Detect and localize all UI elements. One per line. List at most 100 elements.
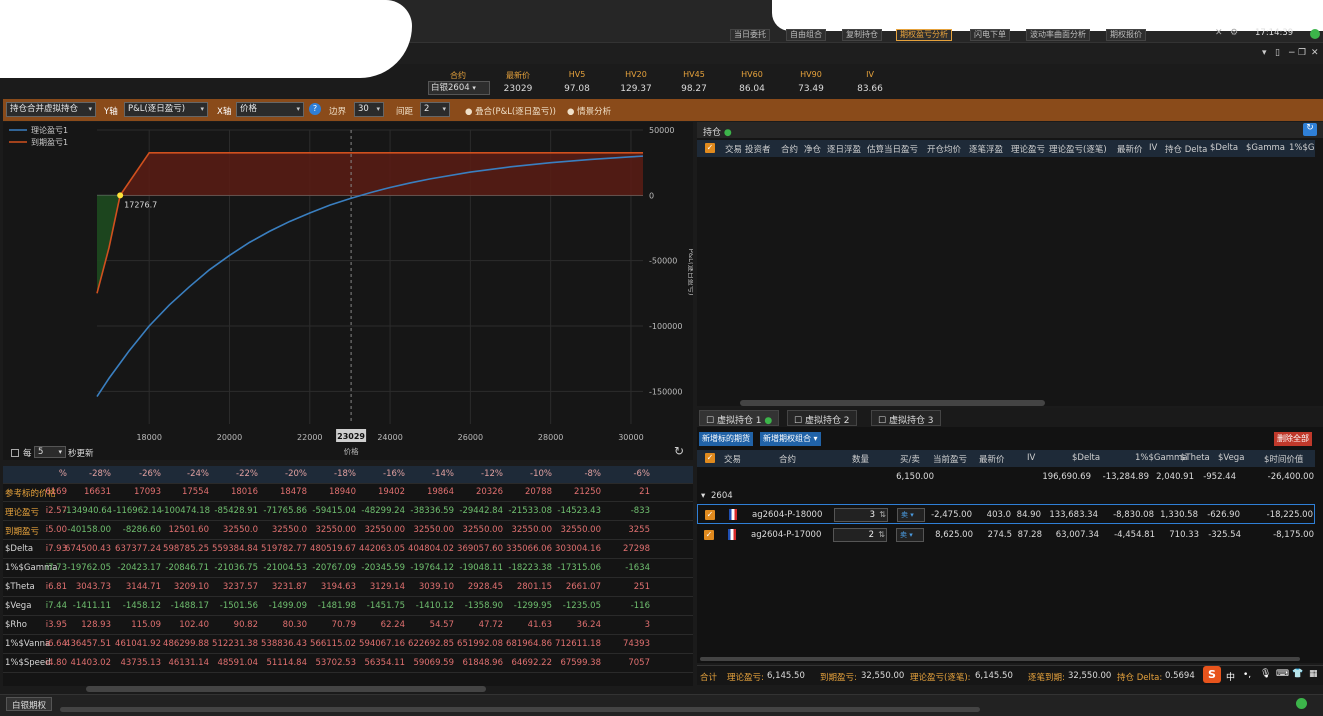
y-axis-select[interactable]: P&L(逐日盈亏) ▾ [124, 102, 208, 117]
keyboard-icon[interactable]: ⌨ [1276, 669, 1289, 679]
group-row[interactable]: ▾ 2604 [697, 486, 1315, 506]
step-select[interactable]: 2 ▾ [420, 102, 450, 117]
quantity-stepper[interactable]: 2 ⇅ [833, 528, 887, 542]
overlay-option[interactable]: ● 叠合(P&L(逐日盈亏)) [465, 105, 556, 117]
stepper-arrows-icon[interactable]: ⇅ [878, 529, 885, 541]
topbar-button-5[interactable]: 波动率曲面分析 [1026, 29, 1090, 41]
microphone-icon[interactable]: 🎙 [1260, 669, 1271, 679]
virtual-scrollbar[interactable] [700, 657, 1300, 661]
positions-column-6[interactable]: 开仓均价 [927, 143, 961, 155]
main-scrollbar[interactable] [60, 707, 980, 712]
virtual-column-2[interactable]: 数量 [852, 453, 869, 465]
auto-refresh-checkbox[interactable] [11, 449, 19, 457]
positions-column-4[interactable]: 逐日浮盈 [827, 143, 861, 155]
virtual-tab-2[interactable]: ☐ 虚拟持仓 2 [787, 410, 857, 426]
virtual-position-row[interactable]: ✓ ag2604-P-18000 3 ⇅ 卖 ▾ -2,475.00 403.0 84.90 1… [697, 504, 1315, 524]
edge-select[interactable]: 30 ▾ [354, 102, 384, 117]
topbar-button-0[interactable]: 当日委托 [730, 29, 770, 41]
virtual-column-11[interactable]: $时间价值 [1264, 453, 1303, 465]
virtual-column-9[interactable]: $Theta [1180, 453, 1210, 463]
positions-column-13[interactable]: $Delta [1210, 143, 1238, 153]
positions-column-10[interactable]: 最新价 [1117, 143, 1143, 155]
virtual-column-10[interactable]: $Vega [1218, 453, 1244, 463]
pin-icon[interactable]: ▯ [1275, 48, 1280, 58]
contract-select[interactable]: 白银2604 ▾ [428, 81, 490, 95]
positions-column-3[interactable]: 净仓 [804, 143, 821, 155]
tab-positions[interactable]: 持仓 ● [703, 125, 732, 138]
topbar-button-6[interactable]: 期权报价 [1106, 29, 1146, 41]
dropdown-icon[interactable]: ▾ [1262, 48, 1267, 58]
positions-column-15[interactable]: 1%$G [1289, 143, 1314, 153]
positions-column-8[interactable]: 理论盈亏 [1011, 143, 1045, 155]
positions-column-0[interactable]: 交易 [725, 143, 742, 155]
scenario-cell: -1634 [625, 563, 650, 573]
mode-select[interactable]: 持仓合并虚拟持仓 ▾ [6, 102, 96, 117]
total-label: 合计 [700, 673, 718, 683]
minimize-icon[interactable]: − [1288, 48, 1296, 58]
buy-sell-select[interactable]: 卖 ▾ [896, 528, 924, 542]
virtual-column-3[interactable]: 买/卖 [900, 453, 920, 465]
virtual-tab-3[interactable]: ☐ 虚拟持仓 3 [871, 410, 941, 426]
help-icon[interactable]: ? [309, 103, 321, 115]
topbar-button-4[interactable]: 闪电下单 [970, 29, 1010, 41]
positions-column-5[interactable]: 估算当日盈亏 [867, 143, 918, 155]
virtual-column-1[interactable]: 合约 [779, 453, 796, 465]
positions-column-11[interactable]: IV [1149, 143, 1157, 153]
bottom-tab[interactable]: 白银期权 [6, 697, 53, 711]
virtual-column-6[interactable]: IV [1027, 453, 1035, 463]
topbar-button-2[interactable]: 复制持仓 [842, 29, 882, 41]
virtual-column-0[interactable]: 交易 [724, 453, 741, 465]
add-underlying-button[interactable]: 新增标的期货 [699, 432, 753, 446]
positions-scrollbar[interactable] [740, 400, 1045, 406]
ime-logo-icon[interactable]: S [1203, 666, 1221, 683]
y-tick-label: -150000 [649, 387, 682, 396]
x-axis-select[interactable]: 价格 ▾ [236, 102, 304, 117]
virtual-select-all-checkbox[interactable]: ✓ [705, 453, 715, 463]
summary-cell: 196,690.69 [1042, 472, 1091, 482]
positions-column-12[interactable]: 持仓 Delta [1165, 143, 1207, 155]
virtual-position-row[interactable]: ✓ ag2604-P-17000 2 ⇅ 卖 ▾ 8,625.00 274.5 87.28 63… [697, 525, 1315, 545]
delete-all-button[interactable]: 删除全部 [1274, 432, 1312, 446]
refresh-label: 每 [23, 449, 32, 459]
positions-select-all-checkbox[interactable]: ✓ [705, 143, 715, 153]
table-horizontal-scrollbar[interactable] [86, 686, 486, 692]
skin-icon[interactable]: 👕 [1292, 669, 1303, 679]
ime-mode[interactable]: 中 [1226, 670, 1235, 683]
close-window-icon[interactable]: ✕ [1311, 48, 1319, 58]
topbar-button-1[interactable]: 自由组合 [786, 29, 826, 41]
close-icon[interactable]: ✕ [1215, 28, 1223, 38]
virtual-column-4[interactable]: 当前盈亏 [933, 453, 967, 465]
add-option-combo-button[interactable]: 新增期权组合 ▾ [760, 432, 821, 446]
topbar-button-3[interactable]: 期权盈亏分析 [896, 29, 952, 41]
virtual-column-5[interactable]: 最新价 [979, 453, 1005, 465]
summary-cell: -26,400.00 [1267, 472, 1314, 482]
row-checkbox[interactable]: ✓ [704, 530, 714, 540]
positions-column-9[interactable]: 理论盈亏(逐笔) [1049, 143, 1107, 155]
positions-column-14[interactable]: $Gamma [1246, 143, 1285, 153]
scenario-cell: i6.81 [45, 582, 67, 592]
scenario-option[interactable]: ● 情景分析 [567, 105, 611, 117]
buy-sell-select[interactable]: 卖 ▾ [897, 508, 925, 522]
virtual-tab-1[interactable]: ☐ 虚拟持仓 1 ● [699, 410, 780, 426]
restore-icon[interactable]: ❐ [1298, 48, 1306, 58]
positions-refresh-icon[interactable]: ↻ [1303, 123, 1317, 136]
scenario-cell: 67599.38 [560, 658, 601, 668]
scenario-cell: -40158.00 [67, 525, 111, 535]
scenario-header-cell: -24% [187, 469, 209, 479]
breakeven-point[interactable] [117, 192, 124, 199]
positions-column-1[interactable]: 投资者 [745, 143, 771, 155]
positions-column-7[interactable]: 逐笔浮盈 [969, 143, 1003, 155]
stepper-arrows-icon[interactable]: ⇅ [879, 509, 886, 521]
row-checkbox[interactable]: ✓ [705, 510, 715, 520]
toolbox-icon[interactable]: ▦ [1309, 669, 1318, 679]
scenario-cell: 512231.38 [212, 639, 258, 649]
refresh-interval-select[interactable]: 5 ▾ [34, 446, 66, 458]
positions-column-2[interactable]: 合约 [781, 143, 798, 155]
punctuation-icon[interactable]: •, [1243, 670, 1251, 680]
refresh-icon[interactable]: ↻ [674, 444, 684, 458]
settings-icon[interactable]: ⚙ [1230, 28, 1238, 38]
pnl-chart[interactable]: 50000 0 -50000 -100000 -150000 18000 20000 2200… [3, 122, 693, 460]
virtual-column-7[interactable]: $Delta [1072, 453, 1100, 463]
quantity-stepper[interactable]: 3 ⇅ [834, 508, 888, 522]
quote-header-0: 合约 [450, 71, 466, 80]
